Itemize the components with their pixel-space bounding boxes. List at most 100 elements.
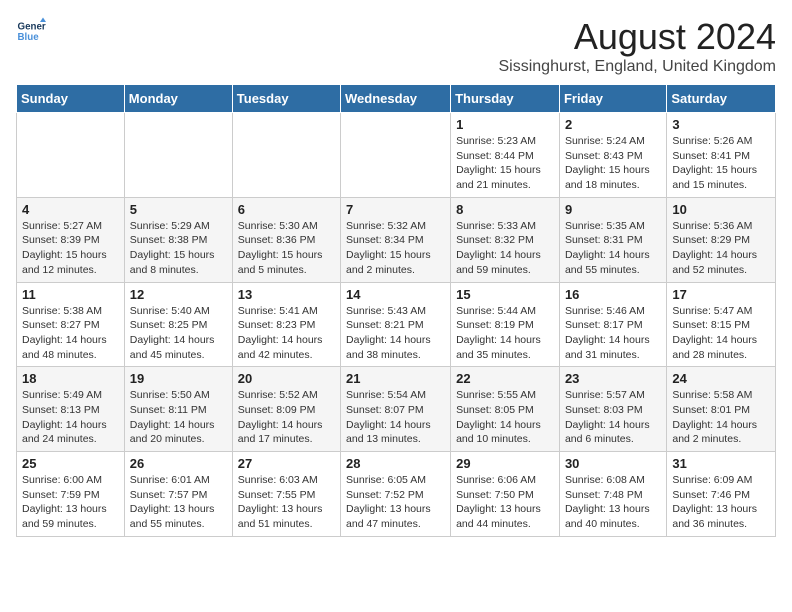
day-info: Sunrise: 5:29 AM Sunset: 8:38 PM Dayligh… — [130, 219, 227, 278]
calendar-cell: 1Sunrise: 5:23 AM Sunset: 8:44 PM Daylig… — [451, 113, 560, 198]
day-info: Sunrise: 6:08 AM Sunset: 7:48 PM Dayligh… — [565, 473, 661, 532]
calendar-cell: 3 Sunrise: 5:26 AM Sunset: 8:41 PM Daylig… — [667, 113, 776, 198]
calendar-cell: 13 Sunrise: 5:41 AM Sunset: 8:23 PM Dayli… — [232, 282, 340, 367]
page-header: General Blue August 2024 Sissinghurst, E… — [16, 16, 776, 76]
day-number: 17 — [672, 287, 770, 302]
weekday-header-saturday: Saturday — [667, 85, 776, 113]
calendar-cell: 28 Sunrise: 6:05 AM Sunset: 7:52 PM Dayli… — [341, 452, 451, 537]
day-number: 25 — [22, 456, 119, 471]
day-number: 16 — [565, 287, 661, 302]
day-number: 15 — [456, 287, 554, 302]
day-info: Sunrise: 5:58 AM Sunset: 8:01 PM Dayligh… — [672, 388, 770, 447]
day-info: Sunrise: 6:06 AM Sunset: 7:50 PM Dayligh… — [456, 473, 554, 532]
calendar-cell — [341, 113, 451, 198]
day-number: 29 — [456, 456, 554, 471]
calendar-cell: 31Sunrise: 6:09 AM Sunset: 7:46 PM Dayli… — [667, 452, 776, 537]
calendar-cell: 24 Sunrise: 5:58 AM Sunset: 8:01 PM Dayli… — [667, 367, 776, 452]
day-number: 9 — [565, 202, 661, 217]
calendar-cell: 29 Sunrise: 6:06 AM Sunset: 7:50 PM Dayli… — [451, 452, 560, 537]
day-number: 30 — [565, 456, 661, 471]
day-number: 11 — [22, 287, 119, 302]
logo-icon: General Blue — [16, 16, 46, 46]
day-info: Sunrise: 6:03 AM Sunset: 7:55 PM Dayligh… — [238, 473, 335, 532]
svg-text:General: General — [18, 22, 47, 33]
week-row-4: 18 Sunrise: 5:49 AM Sunset: 8:13 PM Dayli… — [17, 367, 776, 452]
weekday-header-wednesday: Wednesday — [341, 85, 451, 113]
day-number: 8 — [456, 202, 554, 217]
day-number: 26 — [130, 456, 227, 471]
calendar-cell: 18 Sunrise: 5:49 AM Sunset: 8:13 PM Dayli… — [17, 367, 125, 452]
calendar-cell: 11 Sunrise: 5:38 AM Sunset: 8:27 PM Dayli… — [17, 282, 125, 367]
day-number: 28 — [346, 456, 445, 471]
weekday-header-monday: Monday — [124, 85, 232, 113]
day-number: 23 — [565, 371, 661, 386]
day-number: 13 — [238, 287, 335, 302]
day-number: 3 — [672, 117, 770, 132]
day-info: Sunrise: 5:30 AM Sunset: 8:36 PM Dayligh… — [238, 219, 335, 278]
day-number: 21 — [346, 371, 445, 386]
day-number: 5 — [130, 202, 227, 217]
calendar-cell: 10 Sunrise: 5:36 AM Sunset: 8:29 PM Dayli… — [667, 197, 776, 282]
day-number: 18 — [22, 371, 119, 386]
day-info: Sunrise: 5:38 AM Sunset: 8:27 PM Dayligh… — [22, 304, 119, 363]
weekday-header-row: SundayMondayTuesdayWednesdayThursdayFrid… — [17, 85, 776, 113]
calendar-cell: 25Sunrise: 6:00 AM Sunset: 7:59 PM Dayli… — [17, 452, 125, 537]
day-info: Sunrise: 5:55 AM Sunset: 8:05 PM Dayligh… — [456, 388, 554, 447]
day-info: Sunrise: 6:01 AM Sunset: 7:57 PM Dayligh… — [130, 473, 227, 532]
day-info: Sunrise: 5:43 AM Sunset: 8:21 PM Dayligh… — [346, 304, 445, 363]
day-number: 31 — [672, 456, 770, 471]
day-info: Sunrise: 6:05 AM Sunset: 7:52 PM Dayligh… — [346, 473, 445, 532]
day-info: Sunrise: 5:52 AM Sunset: 8:09 PM Dayligh… — [238, 388, 335, 447]
day-number: 2 — [565, 117, 661, 132]
calendar-cell: 9 Sunrise: 5:35 AM Sunset: 8:31 PM Daylig… — [559, 197, 666, 282]
calendar-title: August 2024 — [499, 16, 777, 58]
calendar-cell: 2 Sunrise: 5:24 AM Sunset: 8:43 PM Daylig… — [559, 113, 666, 198]
day-info: Sunrise: 5:47 AM Sunset: 8:15 PM Dayligh… — [672, 304, 770, 363]
weekday-header-tuesday: Tuesday — [232, 85, 340, 113]
calendar-cell: 8 Sunrise: 5:33 AM Sunset: 8:32 PM Daylig… — [451, 197, 560, 282]
calendar-cell: 6Sunrise: 5:30 AM Sunset: 8:36 PM Daylig… — [232, 197, 340, 282]
day-number: 27 — [238, 456, 335, 471]
day-number: 20 — [238, 371, 335, 386]
day-number: 12 — [130, 287, 227, 302]
day-number: 4 — [22, 202, 119, 217]
week-row-3: 11 Sunrise: 5:38 AM Sunset: 8:27 PM Dayli… — [17, 282, 776, 367]
day-info: Sunrise: 5:40 AM Sunset: 8:25 PM Dayligh… — [130, 304, 227, 363]
calendar-cell: 27 Sunrise: 6:03 AM Sunset: 7:55 PM Dayli… — [232, 452, 340, 537]
day-info: Sunrise: 5:33 AM Sunset: 8:32 PM Dayligh… — [456, 219, 554, 278]
calendar-cell: 20 Sunrise: 5:52 AM Sunset: 8:09 PM Dayli… — [232, 367, 340, 452]
calendar-cell: 30 Sunrise: 6:08 AM Sunset: 7:48 PM Dayli… — [559, 452, 666, 537]
calendar-cell: 7 Sunrise: 5:32 AM Sunset: 8:34 PM Daylig… — [341, 197, 451, 282]
day-number: 19 — [130, 371, 227, 386]
day-number: 10 — [672, 202, 770, 217]
calendar-cell: 26 Sunrise: 6:01 AM Sunset: 7:57 PM Dayli… — [124, 452, 232, 537]
calendar-cell: 23 Sunrise: 5:57 AM Sunset: 8:03 PM Dayli… — [559, 367, 666, 452]
day-info: Sunrise: 5:26 AM Sunset: 8:41 PM Dayligh… — [672, 134, 770, 193]
calendar-cell: 21 Sunrise: 5:54 AM Sunset: 8:07 PM Dayli… — [341, 367, 451, 452]
day-number: 7 — [346, 202, 445, 217]
day-info: Sunrise: 5:23 AM Sunset: 8:44 PM Dayligh… — [456, 134, 554, 193]
calendar-subtitle: Sissinghurst, England, United Kingdom — [499, 58, 777, 76]
calendar-cell: 17 Sunrise: 5:47 AM Sunset: 8:15 PM Dayli… — [667, 282, 776, 367]
day-info: Sunrise: 5:24 AM Sunset: 8:43 PM Dayligh… — [565, 134, 661, 193]
day-info: Sunrise: 5:32 AM Sunset: 8:34 PM Dayligh… — [346, 219, 445, 278]
day-number: 22 — [456, 371, 554, 386]
calendar-cell: 19Sunrise: 5:50 AM Sunset: 8:11 PM Dayli… — [124, 367, 232, 452]
calendar-cell: 4Sunrise: 5:27 AM Sunset: 8:39 PM Daylig… — [17, 197, 125, 282]
day-info: Sunrise: 5:54 AM Sunset: 8:07 PM Dayligh… — [346, 388, 445, 447]
weekday-header-sunday: Sunday — [17, 85, 125, 113]
day-info: Sunrise: 5:57 AM Sunset: 8:03 PM Dayligh… — [565, 388, 661, 447]
day-info: Sunrise: 5:41 AM Sunset: 8:23 PM Dayligh… — [238, 304, 335, 363]
day-info: Sunrise: 5:36 AM Sunset: 8:29 PM Dayligh… — [672, 219, 770, 278]
day-number: 24 — [672, 371, 770, 386]
week-row-2: 4Sunrise: 5:27 AM Sunset: 8:39 PM Daylig… — [17, 197, 776, 282]
calendar-cell: 16Sunrise: 5:46 AM Sunset: 8:17 PM Dayli… — [559, 282, 666, 367]
calendar-cell: 12 Sunrise: 5:40 AM Sunset: 8:25 PM Dayli… — [124, 282, 232, 367]
title-block: August 2024 Sissinghurst, England, Unite… — [499, 16, 777, 76]
week-row-5: 25Sunrise: 6:00 AM Sunset: 7:59 PM Dayli… — [17, 452, 776, 537]
calendar-cell — [232, 113, 340, 198]
day-info: Sunrise: 5:49 AM Sunset: 8:13 PM Dayligh… — [22, 388, 119, 447]
calendar-cell: 5 Sunrise: 5:29 AM Sunset: 8:38 PM Daylig… — [124, 197, 232, 282]
calendar-cell: 15Sunrise: 5:44 AM Sunset: 8:19 PM Dayli… — [451, 282, 560, 367]
day-info: Sunrise: 5:35 AM Sunset: 8:31 PM Dayligh… — [565, 219, 661, 278]
